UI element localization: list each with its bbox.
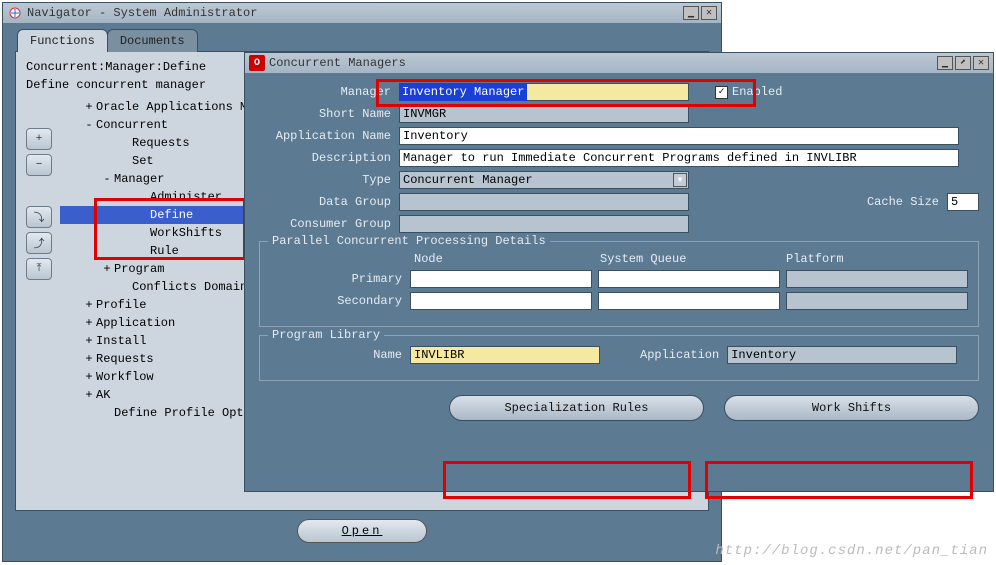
cache-size-input[interactable] bbox=[947, 193, 979, 211]
data-group-input[interactable] bbox=[399, 193, 689, 211]
tree-item-label: Define bbox=[150, 208, 193, 222]
close-button[interactable]: ✕ bbox=[701, 6, 717, 20]
cm-close-button[interactable]: ✕ bbox=[973, 56, 989, 70]
navigator-tabs: Functions Documents bbox=[17, 29, 197, 52]
cm-titlebar[interactable]: O Concurrent Managers ▁ ⬈ ✕ bbox=[245, 53, 993, 73]
expand-icon[interactable]: + bbox=[82, 370, 96, 384]
tree-expand-button[interactable]: + bbox=[26, 128, 52, 150]
lib-name-input[interactable] bbox=[410, 346, 600, 364]
oracle-icon: O bbox=[249, 55, 265, 71]
work-shifts-button[interactable]: Work Shifts bbox=[724, 395, 979, 421]
tree-item-label: Requests bbox=[132, 136, 190, 150]
enabled-checkbox[interactable]: ✓ Enabled bbox=[715, 85, 782, 99]
concurrent-managers-window: O Concurrent Managers ▁ ⬈ ✕ Manager Inve… bbox=[244, 52, 994, 492]
label-data-group: Data Group bbox=[259, 195, 399, 209]
cm-maximize-button[interactable]: ⬈ bbox=[955, 56, 971, 70]
navigator-title: Navigator - System Administrator bbox=[27, 6, 257, 20]
primary-queue-input[interactable] bbox=[598, 270, 780, 288]
pcp-fieldset: Parallel Concurrent Processing Details N… bbox=[259, 241, 979, 327]
expand-icon[interactable]: + bbox=[82, 388, 96, 402]
label-enabled: Enabled bbox=[732, 85, 782, 99]
tab-functions[interactable]: Functions bbox=[17, 29, 108, 52]
label-lib-application: Application bbox=[640, 348, 727, 362]
tree-item-label: Rule bbox=[150, 244, 179, 258]
label-consumer-group: Consumer Group bbox=[259, 217, 399, 231]
tree-item-label: WorkShifts bbox=[150, 226, 222, 240]
label-secondary: Secondary bbox=[270, 294, 410, 308]
short-name-input[interactable] bbox=[399, 105, 689, 123]
label-type: Type bbox=[259, 173, 399, 187]
primary-platform-input[interactable] bbox=[786, 270, 968, 288]
library-fieldset: Program Library Name Application bbox=[259, 335, 979, 381]
pcp-legend: Parallel Concurrent Processing Details bbox=[268, 234, 550, 248]
expand-icon[interactable]: + bbox=[100, 262, 114, 276]
label-lib-name: Name bbox=[270, 348, 410, 362]
col-system-queue: System Queue bbox=[596, 252, 782, 266]
tree-item-label: Concurrent bbox=[96, 118, 168, 132]
navigator-app-icon bbox=[7, 5, 23, 21]
tree-item-label: Manager bbox=[114, 172, 164, 186]
tree-item-label: Administer bbox=[150, 190, 222, 204]
secondary-node-input[interactable] bbox=[410, 292, 592, 310]
consumer-group-input[interactable] bbox=[399, 215, 689, 233]
expand-icon[interactable]: + bbox=[82, 334, 96, 348]
chevron-down-icon[interactable]: ▼ bbox=[673, 173, 687, 187]
tree-item-label: Profile bbox=[96, 298, 146, 312]
secondary-queue-input[interactable] bbox=[598, 292, 780, 310]
manager-input-selection: Inventory Manager bbox=[399, 83, 527, 101]
tree-collapse-all-button[interactable]: ⤒ bbox=[26, 258, 52, 280]
tree-collapse-button[interactable]: − bbox=[26, 154, 52, 176]
col-platform: Platform bbox=[782, 252, 968, 266]
label-cache-size: Cache Size bbox=[867, 195, 947, 209]
application-name-input[interactable] bbox=[399, 127, 959, 145]
tree-item-label: Workflow bbox=[96, 370, 154, 384]
secondary-platform-input[interactable] bbox=[786, 292, 968, 310]
tree-item-label: AK bbox=[96, 388, 110, 402]
cm-title: Concurrent Managers bbox=[269, 56, 406, 70]
cm-body: Manager Inventory Manager ✓ Enabled Shor… bbox=[245, 73, 993, 491]
watermark: http://blog.csdn.net/pan_tian bbox=[715, 543, 988, 559]
expand-icon[interactable]: + bbox=[82, 100, 96, 114]
library-legend: Program Library bbox=[268, 328, 384, 342]
cm-minimize-button[interactable]: ▁ bbox=[937, 56, 953, 70]
tab-documents[interactable]: Documents bbox=[107, 29, 198, 52]
check-icon: ✓ bbox=[715, 86, 728, 99]
label-application-name: Application Name bbox=[259, 129, 399, 143]
tree-item-label: Program bbox=[114, 262, 164, 276]
label-primary: Primary bbox=[270, 272, 410, 286]
label-description: Description bbox=[259, 151, 399, 165]
label-manager: Manager bbox=[259, 85, 399, 99]
tree-toolbar: + − ⤵ ⤴ ⤒ bbox=[26, 98, 60, 422]
collapse-icon[interactable]: - bbox=[100, 172, 114, 186]
label-short-name: Short Name bbox=[259, 107, 399, 121]
open-button-label: Open bbox=[342, 524, 383, 538]
tree-add-button[interactable]: ⤵ bbox=[26, 206, 52, 228]
collapse-icon[interactable]: - bbox=[82, 118, 96, 132]
tree-item-label: Requests bbox=[96, 352, 154, 366]
highlight-box-work-shifts bbox=[705, 461, 973, 499]
navigator-titlebar[interactable]: Navigator - System Administrator ▁ ✕ bbox=[3, 3, 721, 23]
primary-node-input[interactable] bbox=[410, 270, 592, 288]
tree-item-label: Conflicts Domains bbox=[132, 280, 254, 294]
tree-item-label: Set bbox=[132, 154, 154, 168]
tree-item-label: Application bbox=[96, 316, 175, 330]
expand-icon[interactable]: + bbox=[82, 298, 96, 312]
tree-item-label: Install bbox=[96, 334, 146, 348]
tree-expand-all-button[interactable]: ⤴ bbox=[26, 232, 52, 254]
minimize-button[interactable]: ▁ bbox=[683, 6, 699, 20]
expand-icon[interactable]: + bbox=[82, 316, 96, 330]
type-select[interactable] bbox=[399, 171, 689, 189]
open-button[interactable]: Open bbox=[297, 519, 427, 543]
expand-icon[interactable]: + bbox=[82, 352, 96, 366]
lib-application-input[interactable] bbox=[727, 346, 957, 364]
description-input[interactable] bbox=[399, 149, 959, 167]
col-node: Node bbox=[410, 252, 596, 266]
specialization-rules-button[interactable]: Specialization Rules bbox=[449, 395, 704, 421]
